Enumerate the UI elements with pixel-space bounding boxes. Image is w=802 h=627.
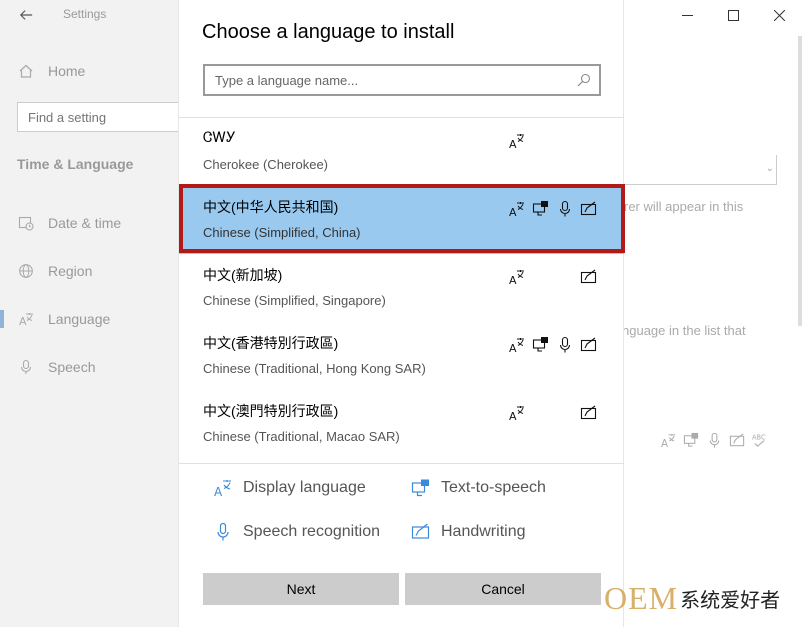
svg-text:A: A <box>509 138 517 150</box>
language-item-chinese-traditional-macao[interactable]: 中文(澳門特別行政區) Chinese (Traditional, Macao … <box>179 390 624 458</box>
display-language-icon: A <box>508 132 526 151</box>
nav-date-time[interactable]: Date & time <box>0 208 178 238</box>
background-text-2: nguage in the list that <box>622 323 746 338</box>
language-english-name: Chinese (Simplified, China) <box>203 225 361 240</box>
settings-main-pane: ⌄ rer will appear in this nguage in the … <box>622 0 802 627</box>
legend-text-to-speech: Text-to-speech <box>411 478 546 498</box>
section-title: Time & Language <box>17 156 134 172</box>
text-to-speech-icon <box>532 336 550 354</box>
find-setting-input[interactable] <box>17 102 187 132</box>
watermark-text: 系统爱好者 <box>680 587 781 612</box>
svg-text:A: A <box>661 438 669 449</box>
language-list: ᏣᎳᎩ Cherokee (Cherokee) A 中文(中华人民共和国) Ch… <box>179 117 624 464</box>
watermark-brand: OEM <box>604 579 679 616</box>
display-language-icon: A <box>508 336 526 355</box>
handwriting-icon <box>580 200 598 218</box>
nav-region-label: Region <box>48 263 93 279</box>
handwriting-icon <box>411 522 431 542</box>
background-dropdown: ⌄ <box>625 155 777 185</box>
app-title: Settings <box>63 7 107 21</box>
back-arrow-icon <box>19 10 33 20</box>
nav-language[interactable]: A Language <box>0 304 178 334</box>
language-search-box <box>203 64 601 96</box>
background-scrollbar <box>798 36 802 326</box>
language-native-name: 中文(新加坡) <box>203 267 283 283</box>
language-item-chinese-simplified-china[interactable]: 中文(中华人民共和国) Chinese (Simplified, China) … <box>179 186 624 254</box>
language-english-name: Cherokee (Cherokee) <box>203 157 329 172</box>
nav-speech-label: Speech <box>48 359 96 375</box>
next-button[interactable]: Next <box>203 573 399 605</box>
nav-home[interactable]: Home <box>0 56 178 86</box>
legend-speech-recognition: Speech recognition <box>213 522 380 542</box>
svg-text:A: A <box>19 315 27 327</box>
nav-speech[interactable]: Speech <box>0 352 178 382</box>
display-language-icon: A <box>213 478 233 499</box>
background-text-1: rer will appear in this <box>624 199 744 214</box>
language-english-name: Chinese (Traditional, Hong Kong SAR) <box>203 361 426 376</box>
svg-text:A: A <box>509 206 517 218</box>
spell-check-icon: ABC <box>752 434 766 447</box>
language-icon: A <box>17 311 34 328</box>
speech-recognition-icon <box>556 200 574 218</box>
cancel-button[interactable]: Cancel <box>405 573 601 605</box>
calendar-clock-icon <box>17 215 34 232</box>
svg-text:A: A <box>509 274 517 286</box>
display-language-icon: A <box>508 268 526 287</box>
language-search-input[interactable] <box>205 66 565 94</box>
nav-home-label: Home <box>48 63 86 79</box>
language-item-chinese-simplified-singapore[interactable]: 中文(新加坡) Chinese (Simplified, Singapore) … <box>179 254 624 322</box>
background-feature-icons: A ABC <box>660 432 769 449</box>
home-icon <box>17 63 34 80</box>
language-item-chinese-traditional-hong-kong[interactable]: 中文(香港特別行政區) Chinese (Traditional, Hong K… <box>179 322 624 390</box>
chevron-down-icon: ⌄ <box>765 163 774 174</box>
globe-icon <box>17 263 34 280</box>
handwriting-icon <box>729 433 745 447</box>
handwriting-icon <box>580 404 598 422</box>
choose-language-dialog: Choose a language to install ᏣᎳᎩ Cheroke… <box>178 0 625 627</box>
feature-legend: A Display language Text-to-speech Speech… <box>179 464 624 554</box>
language-english-name: Chinese (Simplified, Singapore) <box>203 293 386 308</box>
display-language-icon: A <box>508 404 526 423</box>
display-language-icon: A <box>508 200 526 219</box>
speech-recognition-icon <box>213 522 233 542</box>
microphone-icon <box>17 359 34 376</box>
legend-handwriting-label: Handwriting <box>441 523 526 540</box>
text-to-speech-icon <box>683 432 699 447</box>
speech-recognition-icon <box>709 432 720 448</box>
back-button[interactable] <box>14 3 38 27</box>
language-english-name: Chinese (Traditional, Macao SAR) <box>203 429 400 444</box>
legend-display-language-label: Display language <box>243 479 366 496</box>
language-native-name: ᏣᎳᎩ <box>203 129 236 145</box>
speech-recognition-icon <box>556 336 574 354</box>
search-icon[interactable] <box>577 73 591 87</box>
svg-text:A: A <box>509 342 517 354</box>
nav-region[interactable]: Region <box>0 256 178 286</box>
settings-sidebar: Settings Home Time & Language Date & tim… <box>0 0 187 627</box>
svg-text:A: A <box>214 485 223 498</box>
legend-handwriting: Handwriting <box>411 522 525 542</box>
dialog-title: Choose a language to install <box>202 21 455 43</box>
text-to-speech-icon <box>411 478 431 498</box>
svg-text:A: A <box>509 410 517 422</box>
handwriting-icon <box>580 268 598 286</box>
watermark-logo: OEM 系统爱好者 <box>604 578 780 618</box>
language-native-name: 中文(中华人民共和国) <box>203 199 339 215</box>
nav-language-label: Language <box>48 311 111 327</box>
language-native-name: 中文(澳門特別行政區) <box>203 403 339 419</box>
legend-speech-recognition-label: Speech recognition <box>243 523 380 540</box>
handwriting-icon <box>580 336 598 354</box>
language-item-cherokee[interactable]: ᏣᎳᎩ Cherokee (Cherokee) A <box>179 118 624 186</box>
display-language-icon: A <box>661 433 676 449</box>
language-native-name: 中文(香港特別行政區) <box>203 335 339 351</box>
legend-text-to-speech-label: Text-to-speech <box>441 479 546 496</box>
legend-display-language: A Display language <box>213 478 366 499</box>
nav-date-time-label: Date & time <box>48 215 122 231</box>
text-to-speech-icon <box>532 200 550 218</box>
